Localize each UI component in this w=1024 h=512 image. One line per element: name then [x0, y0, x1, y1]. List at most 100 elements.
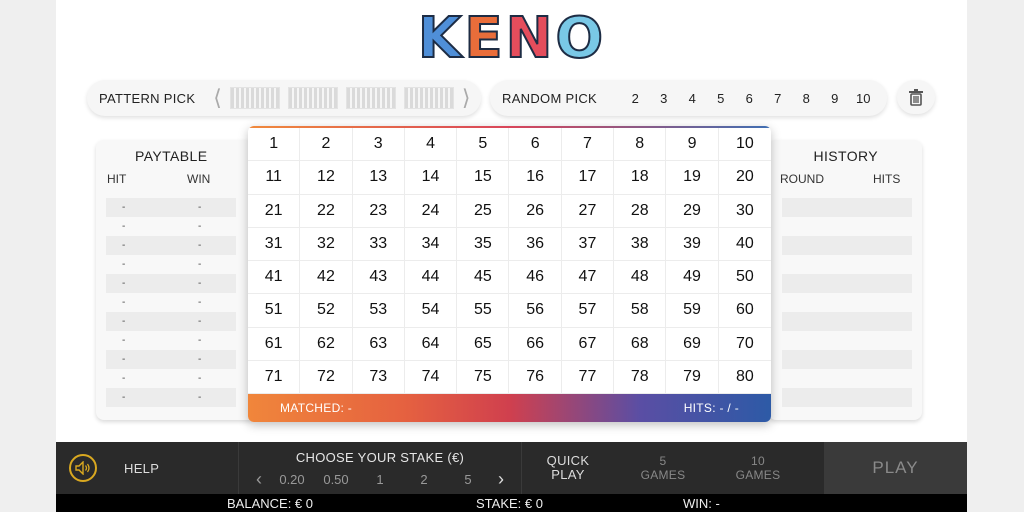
number-cell[interactable]: 20: [718, 161, 771, 195]
random-pick-option[interactable]: 3: [650, 91, 679, 106]
number-cell[interactable]: 76: [509, 360, 562, 394]
random-pick-option[interactable]: 7: [764, 91, 793, 106]
number-cell[interactable]: 60: [718, 294, 771, 328]
number-cell[interactable]: 3: [352, 128, 405, 162]
number-cell[interactable]: 54: [404, 294, 458, 328]
number-cell[interactable]: 27: [561, 194, 615, 228]
pattern-option-2[interactable]: [287, 87, 338, 109]
number-cell[interactable]: 71: [248, 360, 301, 394]
number-cell[interactable]: 14: [404, 161, 458, 195]
help-button[interactable]: HELP: [124, 461, 159, 476]
number-cell[interactable]: 75: [457, 360, 510, 394]
pattern-option-1[interactable]: [229, 87, 280, 109]
number-cell[interactable]: 33: [352, 227, 405, 261]
number-cell[interactable]: 41: [248, 261, 301, 295]
number-cell[interactable]: 58: [614, 294, 667, 328]
number-cell[interactable]: 48: [614, 261, 667, 295]
random-pick-option[interactable]: 10: [849, 91, 878, 106]
number-cell[interactable]: 53: [352, 294, 405, 328]
five-games-button[interactable]: 5 GAMES: [631, 442, 695, 494]
number-cell[interactable]: 80: [718, 361, 771, 394]
number-cell[interactable]: 61: [248, 327, 301, 361]
number-cell[interactable]: 65: [457, 327, 510, 361]
number-cell[interactable]: 77: [561, 360, 615, 394]
number-cell[interactable]: 29: [666, 194, 719, 228]
stake-option[interactable]: 1: [358, 472, 402, 487]
number-cell[interactable]: 52: [300, 294, 353, 328]
number-cell[interactable]: 37: [561, 227, 615, 261]
number-cell[interactable]: 39: [666, 227, 719, 261]
number-cell[interactable]: 73: [352, 360, 405, 394]
stake-option[interactable]: 5: [446, 472, 490, 487]
number-cell[interactable]: 45: [457, 261, 510, 295]
number-cell[interactable]: 36: [509, 227, 562, 261]
number-cell[interactable]: 56: [509, 294, 562, 328]
number-cell[interactable]: 10: [718, 128, 771, 162]
number-cell[interactable]: 8: [614, 128, 667, 162]
number-cell[interactable]: 34: [404, 227, 458, 261]
number-cell[interactable]: 63: [352, 327, 405, 361]
number-cell[interactable]: 12: [300, 161, 353, 195]
number-cell[interactable]: 1: [248, 128, 301, 162]
number-cell[interactable]: 38: [614, 227, 667, 261]
number-cell[interactable]: 2: [300, 128, 353, 162]
number-cell[interactable]: 19: [666, 161, 719, 195]
number-cell[interactable]: 62: [300, 327, 353, 361]
number-cell[interactable]: 13: [352, 161, 405, 195]
number-cell[interactable]: 44: [404, 261, 458, 295]
number-cell[interactable]: 42: [300, 261, 353, 295]
pattern-prev-button[interactable]: ⟨: [209, 86, 226, 111]
number-cell[interactable]: 40: [718, 228, 771, 261]
number-cell[interactable]: 67: [561, 327, 615, 361]
number-cell[interactable]: 28: [614, 194, 667, 228]
stake-prev-button[interactable]: ‹: [248, 469, 270, 490]
number-cell[interactable]: 50: [718, 261, 771, 295]
random-pick-option[interactable]: 8: [792, 91, 821, 106]
number-cell[interactable]: 78: [614, 360, 667, 394]
random-pick-option[interactable]: 6: [735, 91, 764, 106]
number-cell[interactable]: 72: [300, 360, 353, 394]
number-cell[interactable]: 32: [300, 227, 353, 261]
stake-option[interactable]: 0.20: [270, 472, 314, 487]
stake-option[interactable]: 0.50: [314, 472, 358, 487]
number-cell[interactable]: 23: [352, 194, 405, 228]
quick-play-button[interactable]: QUICK PLAY: [536, 442, 600, 494]
number-cell[interactable]: 66: [509, 327, 562, 361]
number-cell[interactable]: 68: [614, 327, 667, 361]
number-cell[interactable]: 55: [457, 294, 510, 328]
number-cell[interactable]: 64: [404, 327, 458, 361]
pattern-next-button[interactable]: ⟩: [458, 86, 475, 111]
number-cell[interactable]: 11: [248, 161, 301, 195]
number-cell[interactable]: 26: [509, 194, 562, 228]
number-cell[interactable]: 18: [614, 161, 667, 195]
number-cell[interactable]: 15: [457, 161, 510, 195]
number-cell[interactable]: 35: [457, 227, 510, 261]
clear-selection-button[interactable]: [897, 80, 935, 114]
number-cell[interactable]: 17: [561, 161, 615, 195]
number-cell[interactable]: 4: [404, 128, 458, 162]
pattern-option-3[interactable]: [345, 87, 396, 109]
stake-option[interactable]: 2: [402, 472, 446, 487]
number-cell[interactable]: 5: [457, 128, 510, 162]
number-cell[interactable]: 21: [248, 194, 301, 228]
number-cell[interactable]: 74: [404, 360, 458, 394]
number-cell[interactable]: 59: [666, 294, 719, 328]
number-cell[interactable]: 79: [666, 360, 719, 394]
sound-toggle-button[interactable]: [69, 454, 97, 482]
number-cell[interactable]: 30: [718, 195, 771, 228]
pattern-option-4[interactable]: [403, 87, 454, 109]
random-pick-option[interactable]: 4: [678, 91, 707, 106]
number-cell[interactable]: 46: [509, 261, 562, 295]
play-button[interactable]: PLAY: [824, 442, 967, 494]
number-cell[interactable]: 69: [666, 327, 719, 361]
number-cell[interactable]: 22: [300, 194, 353, 228]
stake-next-button[interactable]: ›: [490, 469, 512, 490]
number-cell[interactable]: 43: [352, 261, 405, 295]
random-pick-option[interactable]: 2: [621, 91, 650, 106]
number-cell[interactable]: 47: [561, 261, 615, 295]
number-cell[interactable]: 9: [666, 128, 719, 162]
random-pick-option[interactable]: 5: [707, 91, 736, 106]
random-pick-option[interactable]: 9: [821, 91, 850, 106]
number-cell[interactable]: 49: [666, 261, 719, 295]
number-cell[interactable]: 6: [509, 128, 562, 162]
